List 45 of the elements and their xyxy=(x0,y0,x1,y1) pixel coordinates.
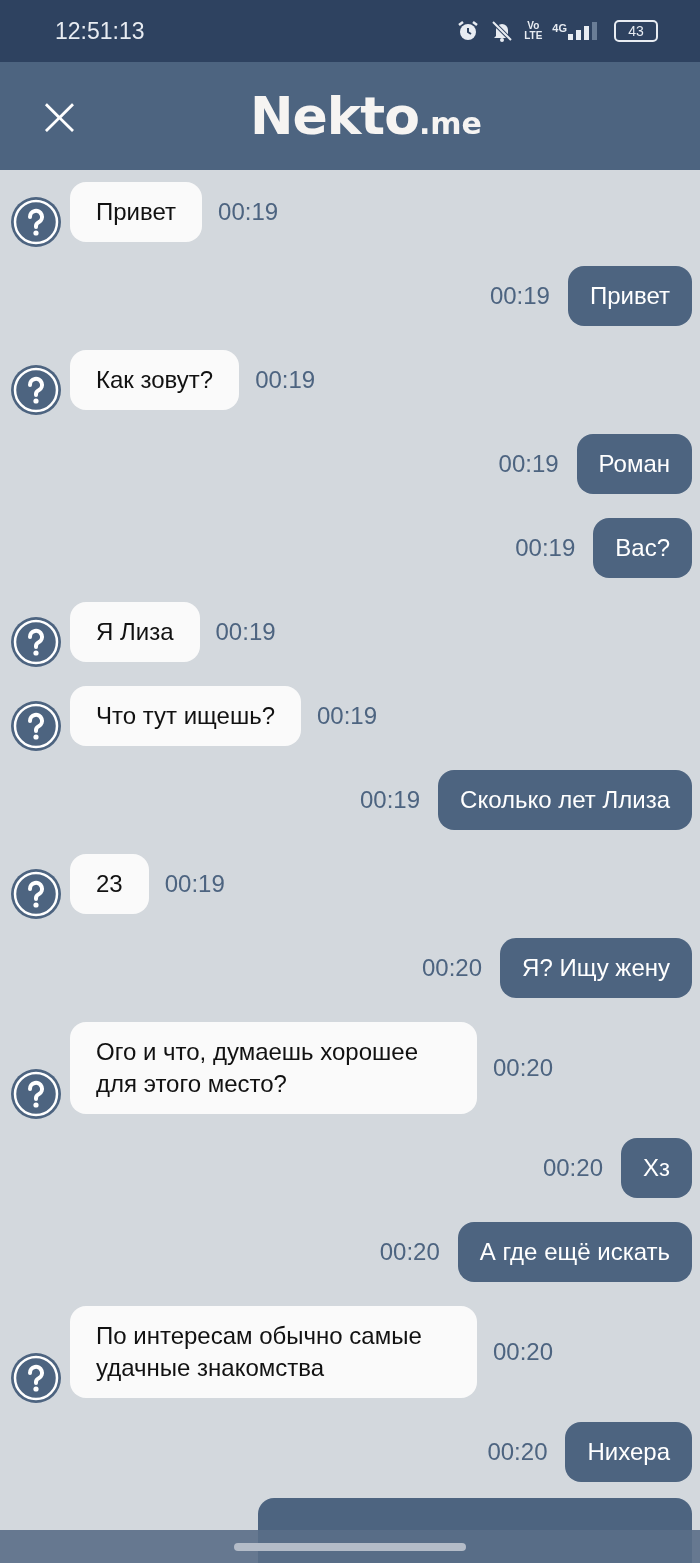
message-bubble: Привет xyxy=(70,182,203,242)
battery-indicator: 43 xyxy=(614,20,658,42)
message-time: 00:20 xyxy=(487,1438,548,1466)
question-avatar-icon xyxy=(10,868,62,920)
signal-indicator: 4G xyxy=(552,22,598,40)
message-time: 00:20 xyxy=(379,1238,440,1266)
message-bubble: Как зовут? xyxy=(70,350,240,410)
message-time: 00:19 xyxy=(317,702,378,730)
message-time: 00:19 xyxy=(360,786,421,814)
message-bubble: Ого и что, думаешь хорошее для этого место? xyxy=(70,1022,477,1114)
close-button[interactable]: × xyxy=(28,88,91,144)
message-bubble: А где ещё искать xyxy=(457,1222,692,1282)
question-avatar-icon xyxy=(10,364,62,416)
message-bubble: Я Лиза xyxy=(70,602,200,662)
message-time: 00:20 xyxy=(422,954,483,982)
message-time: 00:19 xyxy=(255,366,316,394)
message-time: 00:19 xyxy=(498,450,559,478)
muted-bell-icon xyxy=(490,19,515,43)
message-time: 00:19 xyxy=(489,282,550,310)
message-bubble: Привет xyxy=(567,266,692,326)
message-bubble: Я? Ищу жену xyxy=(500,938,692,998)
app-logo: Nekto.me xyxy=(250,86,482,146)
message-bubble: По интересам обычно самые удачные знакомства xyxy=(70,1306,477,1398)
question-avatar-icon xyxy=(10,616,62,668)
message-bubble: 23 xyxy=(70,854,149,914)
message-bubble: Сколько лет Ллиза xyxy=(438,770,692,830)
message-time: 00:19 xyxy=(515,534,576,562)
message-bubble: Хз xyxy=(621,1138,692,1198)
message-time: 00:20 xyxy=(493,1338,554,1366)
message-time: 00:19 xyxy=(215,618,276,646)
question-avatar-icon xyxy=(10,1068,62,1120)
message-bubble: Вас? xyxy=(593,518,692,578)
message-bubble: Роман xyxy=(576,434,692,494)
home-handle[interactable] xyxy=(234,1542,466,1551)
question-avatar-icon xyxy=(10,700,62,752)
status-time: 12:51:13 xyxy=(55,17,145,45)
message-time: 00:19 xyxy=(218,198,279,226)
message-time: 00:20 xyxy=(493,1054,554,1082)
message-time: 00:19 xyxy=(164,870,225,898)
message-time: 00:20 xyxy=(542,1154,603,1182)
volte-indicator: Vo LTE xyxy=(524,21,543,41)
question-avatar-icon xyxy=(10,1352,62,1404)
message-bubble: Что тут ищешь? xyxy=(70,686,301,746)
question-avatar-icon xyxy=(10,196,62,248)
message-bubble: Нихера xyxy=(565,1422,692,1482)
